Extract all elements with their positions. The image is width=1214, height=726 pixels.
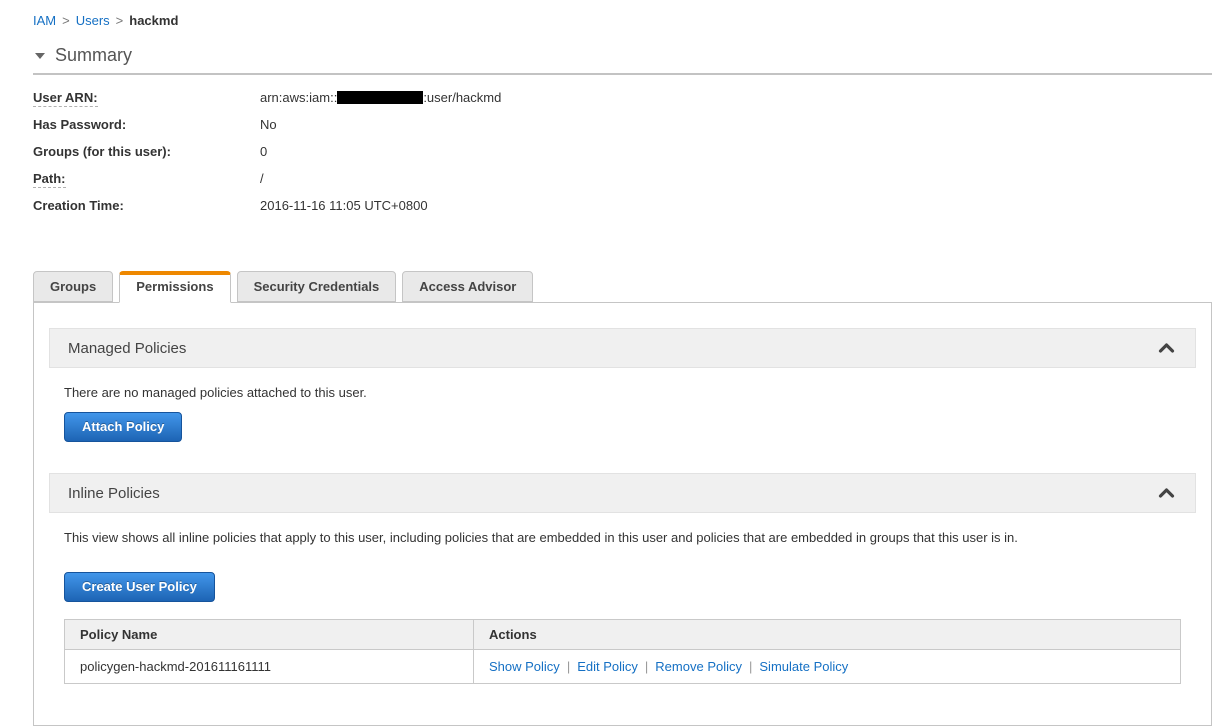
permissions-tab-panel: Managed Policies There are no managed po… <box>33 302 1212 726</box>
field-value-has-password: No <box>260 117 277 132</box>
tab-permissions[interactable]: Permissions <box>119 271 231 303</box>
field-row-path: Path: / <box>33 171 1212 198</box>
edit-policy-link[interactable]: Edit Policy <box>577 659 638 674</box>
field-row-creation-time: Creation Time: 2016-11-16 11:05 UTC+0800 <box>33 198 1212 225</box>
tab-bar: Groups Permissions Security Credentials … <box>33 271 1212 303</box>
managed-policies-collapse-button[interactable] <box>1156 339 1177 358</box>
managed-policies-title: Managed Policies <box>68 339 187 357</box>
action-separator: | <box>566 659 571 674</box>
breadcrumb: IAM > Users > hackmd <box>33 13 1212 28</box>
iam-user-page: IAM > Users > hackmd Summary User ARN: arn:a… <box>0 0 1214 726</box>
redacted-account-id <box>337 91 424 104</box>
breadcrumb-link-users[interactable]: Users <box>76 13 110 28</box>
field-row-groups: Groups (for this user): 0 <box>33 144 1212 171</box>
policy-name-cell: policygen-hackmd-201611161111 <box>64 649 474 684</box>
summary-fields: User ARN: arn:aws:iam:::user/hackmd Has … <box>33 90 1212 225</box>
breadcrumb-separator: > <box>62 13 70 28</box>
policy-actions-cell: Show Policy | Edit Policy | Remove Policy | Si… <box>473 649 1181 684</box>
managed-policies-header: Managed Policies <box>49 328 1196 368</box>
field-label-creation-time: Creation Time: <box>33 198 124 213</box>
breadcrumb-separator: > <box>115 13 124 28</box>
managed-policies-empty-text: There are no managed policies attached t… <box>64 385 367 400</box>
inline-policies-collapse-button[interactable] <box>1156 484 1177 503</box>
tab-access-advisor[interactable]: Access Advisor <box>402 271 534 302</box>
field-value-user-arn: arn:aws:iam:::user/hackmd <box>260 90 501 105</box>
summary-section-header[interactable]: Summary <box>33 45 1212 66</box>
column-header-policy-name: Policy Name <box>64 619 474 650</box>
arn-suffix: :user/hackmd <box>423 90 502 105</box>
attach-policy-button[interactable]: Attach Policy <box>64 412 183 442</box>
simulate-policy-link[interactable]: Simulate Policy <box>759 659 848 674</box>
field-value-creation-time: 2016-11-16 11:05 UTC+0800 <box>260 198 428 213</box>
summary-title: Summary <box>55 45 133 65</box>
action-separator: | <box>749 659 753 674</box>
field-row-user-arn: User ARN: arn:aws:iam:::user/hackmd <box>33 90 1212 117</box>
create-user-policy-button[interactable]: Create User Policy <box>64 572 215 602</box>
inline-policies-description: This view shows all inline policies that… <box>64 530 1018 545</box>
breadcrumb-current-user: hackmd <box>129 13 179 28</box>
table-row: policygen-hackmd-201611161111 Show Polic… <box>64 649 1181 684</box>
tab-groups[interactable]: Groups <box>33 271 114 302</box>
tab-security-credentials[interactable]: Security Credentials <box>236 271 397 302</box>
field-label-path: Path: <box>33 171 260 188</box>
chevron-up-icon <box>1158 341 1175 356</box>
managed-policies-section: Managed Policies There are no managed po… <box>49 328 1196 458</box>
column-header-actions: Actions <box>473 619 1181 650</box>
breadcrumb-link-iam[interactable]: IAM <box>33 13 56 28</box>
table-header-row: Policy Name Actions <box>64 619 1181 650</box>
action-separator: | <box>644 659 649 674</box>
field-label-text: Path: <box>33 171 66 188</box>
summary-divider <box>33 73 1212 75</box>
inline-policies-header: Inline Policies <box>49 473 1196 513</box>
field-value-groups: 0 <box>260 144 268 159</box>
field-value-path: / <box>260 171 264 186</box>
inline-policies-title: Inline Policies <box>68 484 160 502</box>
arn-prefix: arn:aws:iam:: <box>260 90 338 105</box>
show-policy-link[interactable]: Show Policy <box>489 659 560 674</box>
triangle-down-icon <box>35 52 45 59</box>
field-label-has-password: Has Password: <box>33 117 127 132</box>
chevron-up-icon <box>1158 486 1175 501</box>
field-label-user-arn: User ARN: <box>33 90 260 107</box>
remove-policy-link[interactable]: Remove Policy <box>655 659 742 674</box>
field-label-groups: Groups (for this user): <box>33 144 171 159</box>
managed-policies-body: There are no managed policies attached t… <box>49 368 1196 458</box>
field-row-has-password: Has Password: No <box>33 117 1212 144</box>
field-label-text: User ARN: <box>33 90 98 107</box>
inline-policies-table: Policy Name Actions policygen-hackmd-201… <box>64 619 1181 684</box>
inline-policies-section: Inline Policies This view shows all inli… <box>49 473 1196 700</box>
inline-policies-body: This view shows all inline policies that… <box>49 513 1196 700</box>
